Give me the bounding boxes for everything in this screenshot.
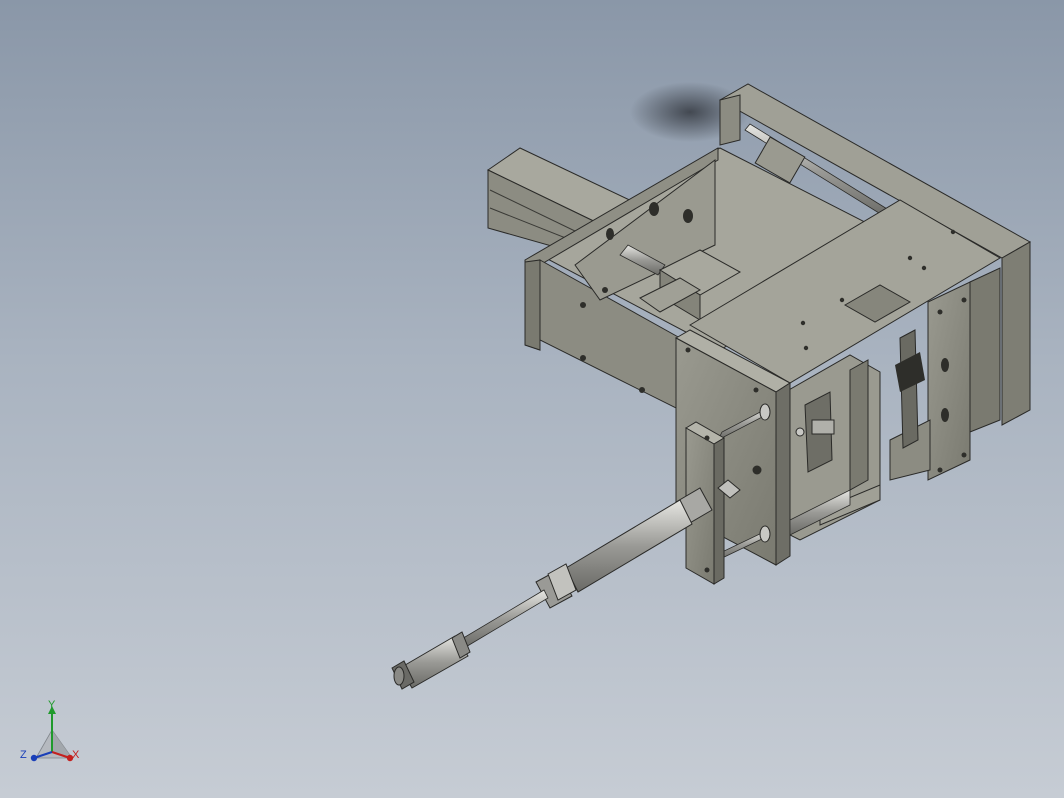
z-axis-label: Z <box>20 749 27 761</box>
triad-graphic <box>30 706 74 762</box>
pneumatic-cylinder <box>391 479 741 690</box>
graphics-viewport[interactable]: Y Z X <box>0 0 1064 798</box>
axis-triad-icon: Y Z X <box>16 700 96 780</box>
y-axis-label: Y <box>48 699 56 711</box>
x-axis-label: X <box>72 749 80 761</box>
cad-assembly-model[interactable] <box>0 0 1064 798</box>
